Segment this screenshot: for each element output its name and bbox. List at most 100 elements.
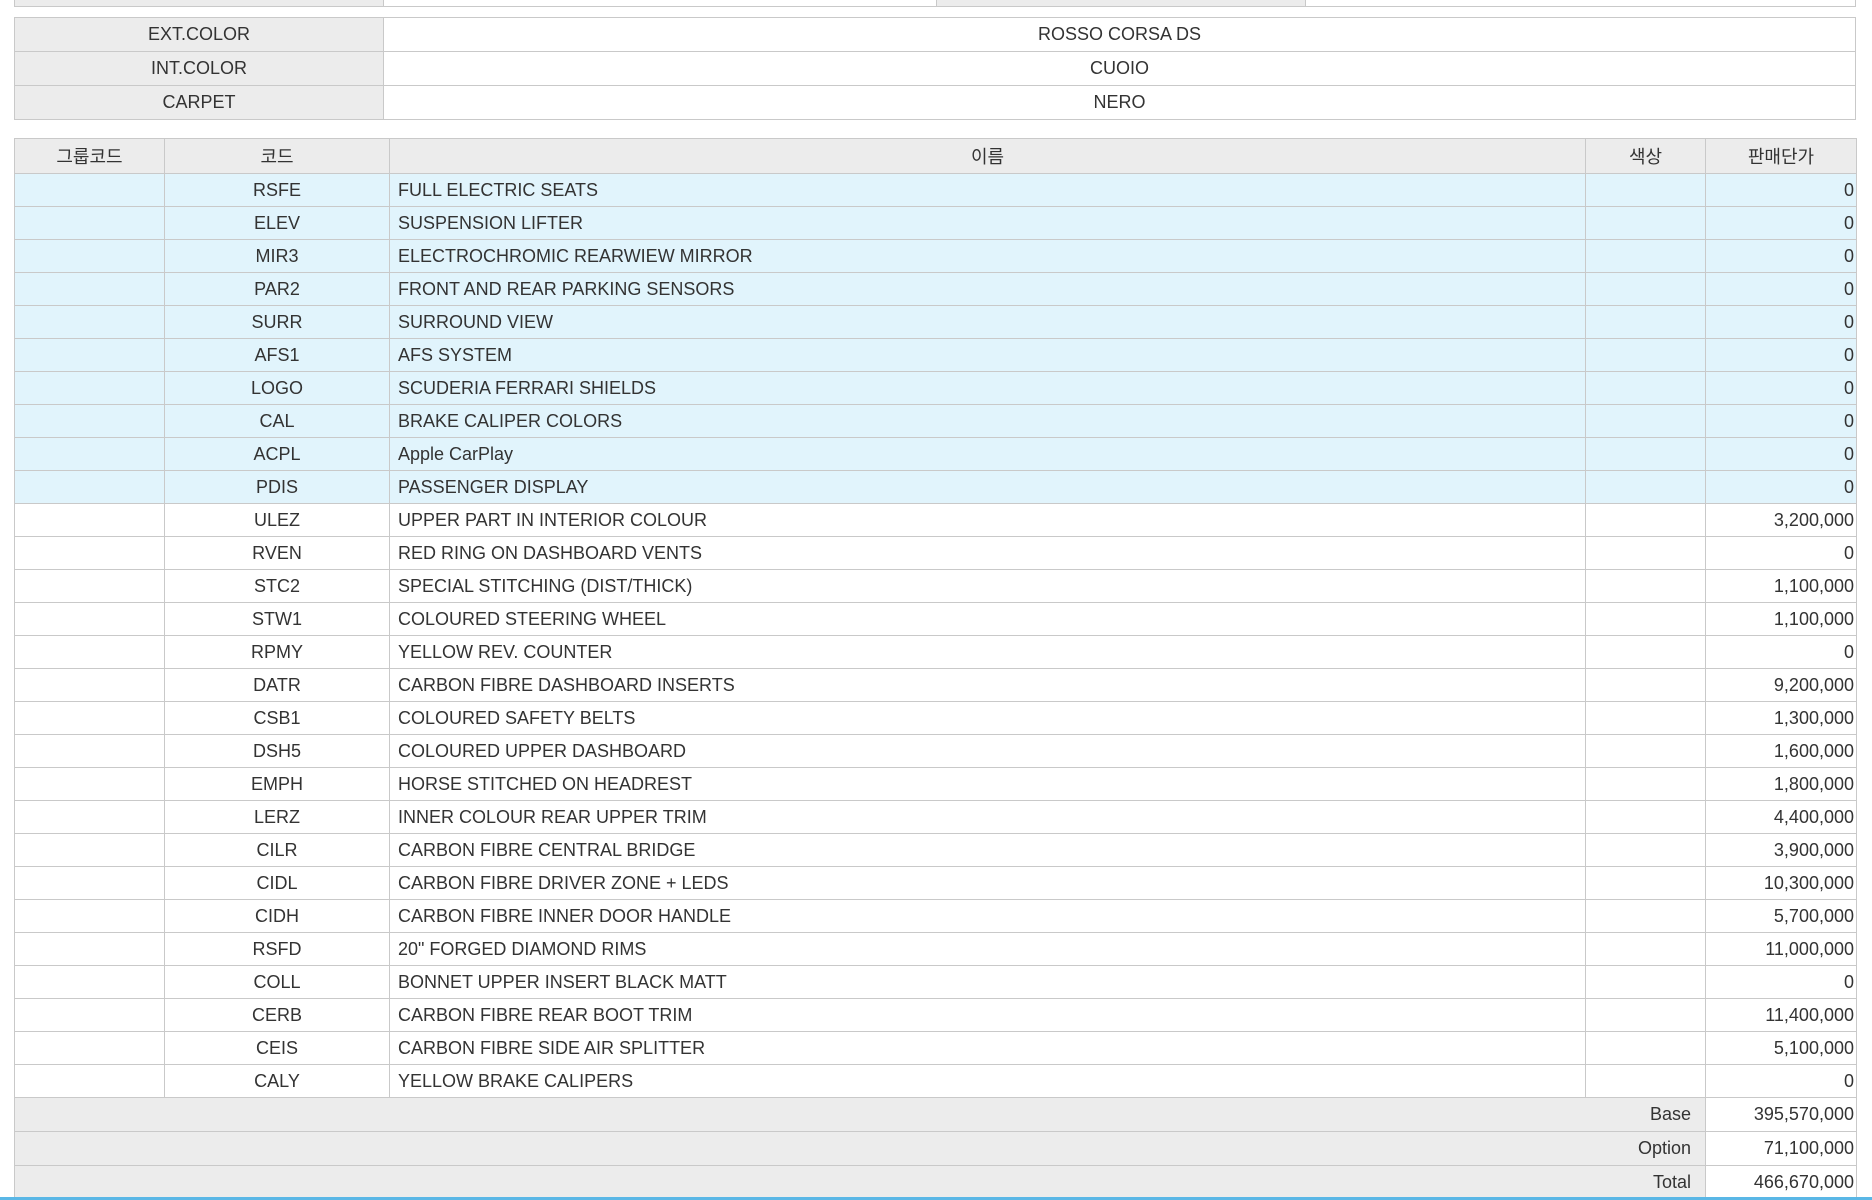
option-row[interactable]: DATR CARBON FIBRE DASHBOARD INSERTS 9,200,… (14, 668, 1857, 702)
header-name[interactable]: 이름 (389, 138, 1586, 174)
option-row[interactable]: CALY YELLOW BRAKE CALIPERS 0 (14, 1064, 1857, 1098)
option-row[interactable]: RSFE FULL ELECTRIC SEATS 0 (14, 173, 1857, 207)
option-name: CARBON FIBRE SIDE AIR SPLITTER (389, 1031, 1586, 1065)
option-color (1585, 701, 1706, 735)
option-row[interactable]: CIDL CARBON FIBRE DRIVER ZONE + LEDS 10,30… (14, 866, 1857, 900)
option-code: LERZ (164, 800, 390, 834)
color-value: NERO (383, 85, 1856, 120)
option-group-code (14, 305, 165, 339)
option-row[interactable]: STC2 SPECIAL STITCHING (DIST/THICK) 1,100,… (14, 569, 1857, 603)
option-row[interactable]: RPMY YELLOW REV. COUNTER 0 (14, 635, 1857, 669)
option-row[interactable]: PAR2 FRONT AND REAR PARKING SENSORS 0 (14, 272, 1857, 306)
summary-row: Option 71,100,000 (14, 1131, 1857, 1166)
option-row[interactable]: PDIS PASSENGER DISPLAY 0 (14, 470, 1857, 504)
option-code: ULEZ (164, 503, 390, 537)
option-group-code (14, 635, 165, 669)
header-group-code[interactable]: 그룹코드 (14, 138, 165, 174)
option-code: MIR3 (164, 239, 390, 273)
option-row[interactable]: CERB CARBON FIBRE REAR BOOT TRIM 11,400,00… (14, 998, 1857, 1032)
color-spec-table: EXT.COLOR ROSSO CORSA DS INT.COLOR CUOIO CAR… (14, 17, 1856, 120)
option-row[interactable]: ACPL Apple CarPlay 0 (14, 437, 1857, 471)
option-row[interactable]: CSB1 COLOURED SAFETY BELTS 1,300,000 (14, 701, 1857, 735)
option-color (1585, 767, 1706, 801)
option-code: SURR (164, 305, 390, 339)
option-row[interactable]: CAL BRAKE CALIPER COLORS 0 (14, 404, 1857, 438)
option-name: COLOURED SAFETY BELTS (389, 701, 1586, 735)
option-group-code (14, 338, 165, 372)
option-color (1585, 1064, 1706, 1098)
option-price: 0 (1705, 965, 1857, 999)
option-color (1585, 338, 1706, 372)
option-code: CEIS (164, 1031, 390, 1065)
option-price: 0 (1705, 305, 1857, 339)
option-group-code (14, 173, 165, 207)
color-value: CUOIO (383, 51, 1856, 86)
option-group-code (14, 800, 165, 834)
option-row[interactable]: ELEV SUSPENSION LIFTER 0 (14, 206, 1857, 240)
color-row: EXT.COLOR ROSSO CORSA DS (14, 17, 1856, 52)
option-price: 0 (1705, 338, 1857, 372)
option-row[interactable]: DSH5 COLOURED UPPER DASHBOARD 1,600,000 (14, 734, 1857, 768)
option-row[interactable]: LERZ INNER COLOUR REAR UPPER TRIM 4,400,00… (14, 800, 1857, 834)
option-name: COLOURED STEERING WHEEL (389, 602, 1586, 636)
option-row[interactable]: MIR3 ELECTROCHROMIC REARWIEW MIRROR 0 (14, 239, 1857, 273)
header-color[interactable]: 색상 (1585, 138, 1706, 174)
option-name: FRONT AND REAR PARKING SENSORS (389, 272, 1586, 306)
option-group-code (14, 701, 165, 735)
option-color (1585, 602, 1706, 636)
option-code: CILR (164, 833, 390, 867)
option-price: 0 (1705, 239, 1857, 273)
option-color (1585, 998, 1706, 1032)
option-name: Apple CarPlay (389, 437, 1586, 471)
option-name: RED RING ON DASHBOARD VENTS (389, 536, 1586, 570)
option-name: BONNET UPPER INSERT BLACK MATT (389, 965, 1586, 999)
option-price: 1,800,000 (1705, 767, 1857, 801)
option-name: CARBON FIBRE REAR BOOT TRIM (389, 998, 1586, 1032)
option-color (1585, 800, 1706, 834)
header-code[interactable]: 코드 (164, 138, 390, 174)
option-code: CERB (164, 998, 390, 1032)
option-price: 10,300,000 (1705, 866, 1857, 900)
option-group-code (14, 767, 165, 801)
color-row: INT.COLOR CUOIO (14, 51, 1856, 86)
option-row[interactable]: EMPH HORSE STITCHED ON HEADREST 1,800,000 (14, 767, 1857, 801)
option-name: SURROUND VIEW (389, 305, 1586, 339)
option-name: HORSE STITCHED ON HEADREST (389, 767, 1586, 801)
option-name: PASSENGER DISPLAY (389, 470, 1586, 504)
header-price[interactable]: 판매단가 (1705, 138, 1857, 174)
option-price: 5,700,000 (1705, 899, 1857, 933)
option-group-code (14, 503, 165, 537)
option-row[interactable]: AFS1 AFS SYSTEM 0 (14, 338, 1857, 372)
option-row[interactable]: CEIS CARBON FIBRE SIDE AIR SPLITTER 5,100,… (14, 1031, 1857, 1065)
option-color (1585, 635, 1706, 669)
option-row[interactable]: CIDH CARBON FIBRE INNER DOOR HANDLE 5,700,… (14, 899, 1857, 933)
option-row[interactable]: SURR SURROUND VIEW 0 (14, 305, 1857, 339)
option-price: 1,100,000 (1705, 602, 1857, 636)
option-row[interactable]: COLL BONNET UPPER INSERT BLACK MATT 0 (14, 965, 1857, 999)
option-row[interactable]: LOGO SCUDERIA FERRARI SHIELDS 0 (14, 371, 1857, 405)
option-row[interactable]: CILR CARBON FIBRE CENTRAL BRIDGE 3,900,000 (14, 833, 1857, 867)
option-code: DSH5 (164, 734, 390, 768)
option-color (1585, 206, 1706, 240)
color-label: CARPET (14, 85, 384, 120)
option-name: BRAKE CALIPER COLORS (389, 404, 1586, 438)
summary-value: 466,670,000 (1705, 1165, 1857, 1200)
option-row[interactable]: STW1 COLOURED STEERING WHEEL 1,100,000 (14, 602, 1857, 636)
option-price: 0 (1705, 371, 1857, 405)
option-code: ACPL (164, 437, 390, 471)
option-group-code (14, 437, 165, 471)
option-code: PDIS (164, 470, 390, 504)
options-table: 그룹코드 코드 이름 색상 판매단가 RSFE FULL ELECTRIC SEA… (14, 138, 1857, 1200)
option-row[interactable]: RSFD 20" FORGED DIAMOND RIMS 11,000,000 (14, 932, 1857, 966)
summary-label: Total (14, 1165, 1706, 1200)
summary-row: Total 466,670,000 (14, 1165, 1857, 1200)
option-row[interactable]: ULEZ UPPER PART IN INTERIOR COLOUR 3,200,0… (14, 503, 1857, 537)
option-name: CARBON FIBRE CENTRAL BRIDGE (389, 833, 1586, 867)
option-price: 5,100,000 (1705, 1031, 1857, 1065)
previous-table-edge (14, 0, 1856, 7)
option-row[interactable]: RVEN RED RING ON DASHBOARD VENTS 0 (14, 536, 1857, 570)
option-name: CARBON FIBRE INNER DOOR HANDLE (389, 899, 1586, 933)
options-header-row: 그룹코드 코드 이름 색상 판매단가 (14, 138, 1857, 174)
option-price: 11,400,000 (1705, 998, 1857, 1032)
option-code: PAR2 (164, 272, 390, 306)
